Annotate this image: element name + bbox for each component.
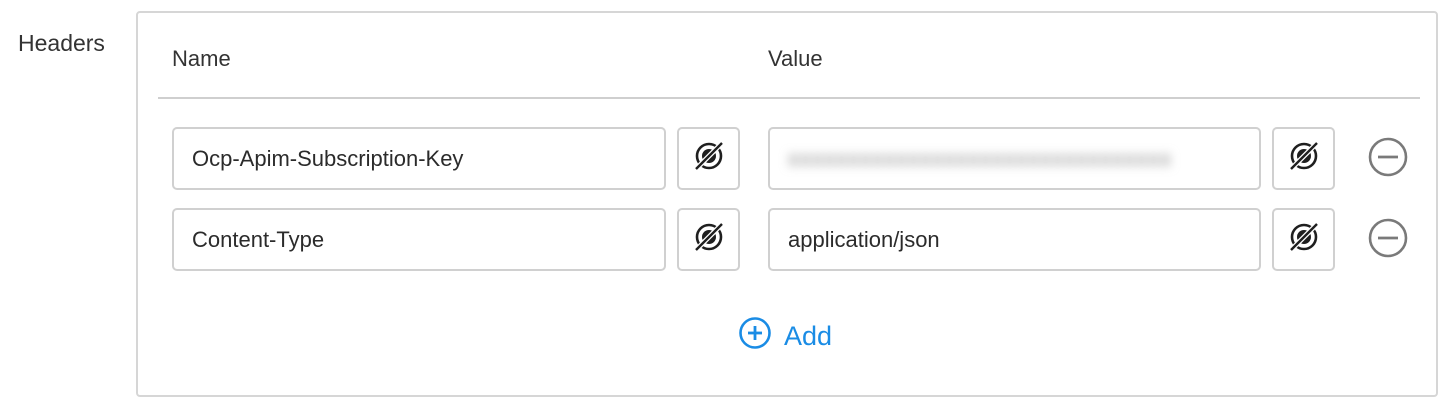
header-value-field[interactable]: application/json — [768, 208, 1261, 271]
insert-variable-button[interactable] — [677, 208, 740, 271]
add-header-button[interactable]: Add — [738, 316, 832, 356]
insert-variable-button[interactable] — [1272, 127, 1335, 190]
variable-insert-icon — [692, 139, 726, 178]
headers-section-label: Headers — [18, 30, 105, 56]
column-header-name: Name — [172, 46, 231, 71]
header-name-field[interactable]: Content-Type — [172, 208, 666, 271]
minus-circle-icon — [1367, 217, 1409, 264]
header-name-field[interactable]: Ocp-Apim-Subscription-Key — [172, 127, 666, 190]
variable-insert-icon — [1287, 220, 1321, 259]
variable-insert-icon — [692, 220, 726, 259]
column-header-value: Value — [768, 46, 823, 71]
remove-header-button[interactable] — [1366, 218, 1410, 262]
plus-circle-icon — [738, 316, 784, 357]
variable-insert-icon — [1287, 139, 1321, 178]
add-button-label: Add — [784, 320, 833, 351]
header-divider — [158, 97, 1420, 99]
obscured-value: xxxxxxxxxxxxxxxxxxxxxxxxxxxxxxxx — [788, 146, 1172, 171]
minus-circle-icon — [1367, 136, 1409, 183]
insert-variable-button[interactable] — [677, 127, 740, 190]
header-value-field[interactable]: xxxxxxxxxxxxxxxxxxxxxxxxxxxxxxxx — [768, 127, 1261, 190]
remove-header-button[interactable] — [1366, 137, 1410, 181]
insert-variable-button[interactable] — [1272, 208, 1335, 271]
